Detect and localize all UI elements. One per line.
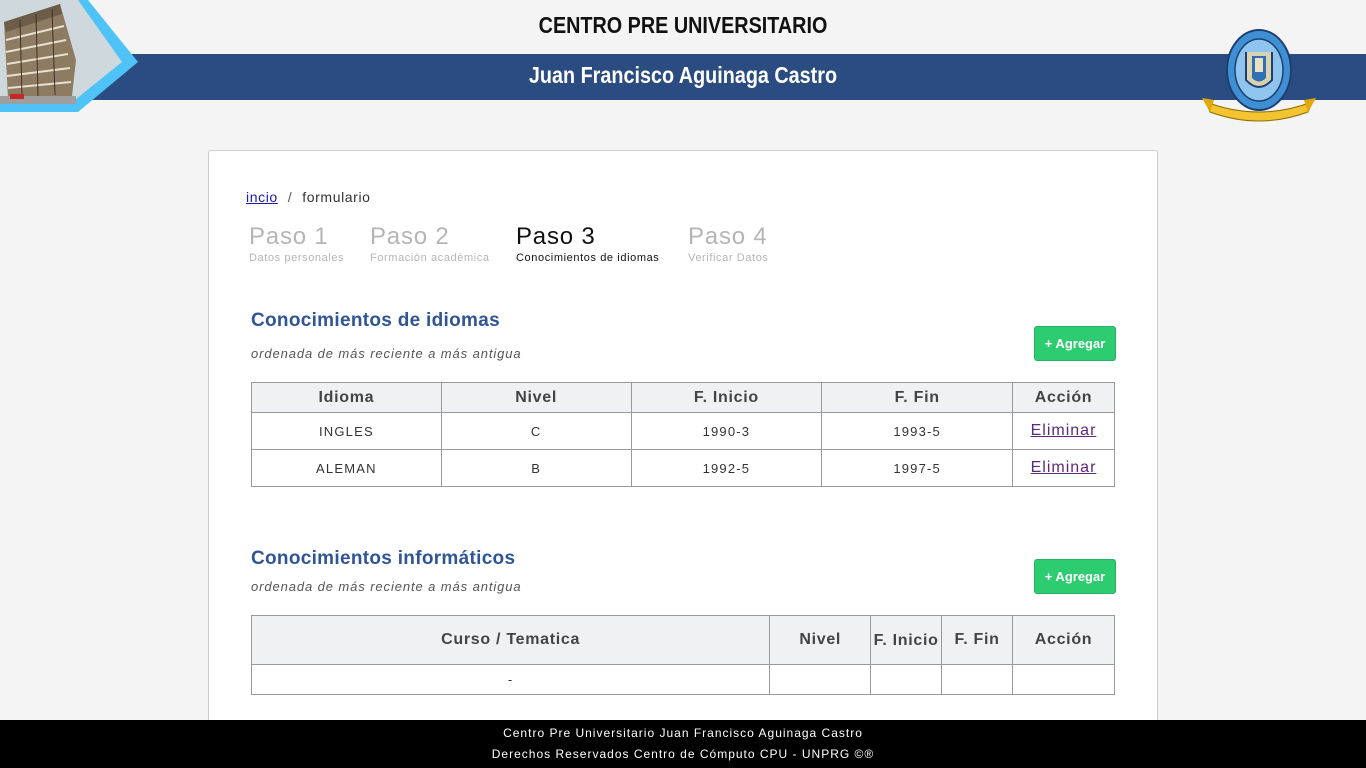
cell-nivel <box>769 664 872 695</box>
table-row: ALEMAN B 1992-5 1997-5 Eliminar <box>251 449 1115 487</box>
step-2-number: Paso 2 <box>370 223 450 250</box>
breadcrumb: incio / formulario <box>246 189 371 205</box>
step-4-number: Paso 4 <box>688 223 768 250</box>
computing-section-subtitle: ordenada de más reciente a más antigua <box>251 579 522 594</box>
cell-inicio: 1992-5 <box>630 449 823 487</box>
cell-accion <box>1012 664 1115 695</box>
step-2[interactable]: Paso 2 Formación académica <box>370 223 490 264</box>
cell-nivel: C <box>440 412 632 450</box>
form-card: incio / formulario Paso 1 Datos personales… <box>208 150 1158 750</box>
cell-curso: - <box>250 664 771 695</box>
col-accion: Acción <box>1012 615 1115 665</box>
col-fin: F. Fin <box>821 382 1014 413</box>
cell-idioma: INGLES <box>251 412 442 450</box>
cell-fin: 1993-5 <box>821 412 1014 450</box>
step-4[interactable]: Paso 4 Verificar Datos <box>688 223 769 264</box>
languages-section-title: Conocimientos de idiomas <box>251 310 500 331</box>
cell-inicio: 1990-3 <box>630 412 823 450</box>
table-header-row: Idioma Nivel F. Inicio F. Fin Acción <box>251 382 1115 413</box>
col-idioma: Idioma <box>251 382 442 413</box>
university-seal-icon <box>1202 29 1316 122</box>
col-nivel: Nivel <box>769 615 872 665</box>
cell-accion: Eliminar <box>1012 412 1115 450</box>
step-3[interactable]: Paso 3 Conocimientos de idiomas <box>516 223 659 264</box>
delete-link[interactable]: Eliminar <box>1031 459 1097 476</box>
cell-accion: Eliminar <box>1012 449 1115 487</box>
footer-line-2: Derechos Reservados Centro de Cómputo CP… <box>491 747 875 761</box>
step-1[interactable]: Paso 1 Datos personales <box>249 223 344 264</box>
footer-line-1: Centro Pre Universitario Juan Francisco … <box>503 726 863 740</box>
col-nivel: Nivel <box>440 382 632 413</box>
languages-section-subtitle: ordenada de más reciente a más antigua <box>251 346 522 361</box>
cell-nivel: B <box>440 449 632 487</box>
add-computing-button[interactable]: + Agregar <box>1034 559 1116 594</box>
add-language-button[interactable]: + Agregar <box>1034 326 1116 361</box>
table-row: - <box>250 664 1115 695</box>
breadcrumb-current: formulario <box>302 189 371 205</box>
col-accion: Acción <box>1012 382 1115 413</box>
cell-fin: 1997-5 <box>821 449 1014 487</box>
col-curso: Curso / Tematica <box>250 615 771 665</box>
delete-link[interactable]: Eliminar <box>1031 422 1097 439</box>
col-inicio: F. Inicio <box>870 615 943 665</box>
page-header: CENTRO PRE UNIVERSITARIO Juan Francisco … <box>0 0 1366 122</box>
step-1-number: Paso 1 <box>249 223 329 250</box>
cell-inicio <box>870 664 943 695</box>
step-3-number: Paso 3 <box>516 223 596 250</box>
step-4-label: Verificar Datos <box>688 252 769 264</box>
step-2-label: Formación académica <box>370 252 490 264</box>
computing-table: Curso / Tematica Nivel F. Inicio F. Fin … <box>250 615 1115 695</box>
site-subtitle: Juan Francisco Aguinaga Castro <box>528 62 838 88</box>
step-1-label: Datos personales <box>249 252 345 264</box>
breadcrumb-home-link[interactable]: incio <box>246 189 278 205</box>
cell-idioma: ALEMAN <box>251 449 442 487</box>
table-header-row: Curso / Tematica Nivel F. Inicio F. Fin … <box>250 615 1115 665</box>
page-footer: Centro Pre Universitario Juan Francisco … <box>0 720 1366 768</box>
cell-fin <box>941 664 1014 695</box>
col-fin: F. Fin <box>941 615 1014 665</box>
site-title: CENTRO PRE UNIVERSITARIO <box>538 12 828 38</box>
computing-section-title: Conocimientos informáticos <box>251 548 516 569</box>
table-row: INGLES C 1990-3 1993-5 Eliminar <box>251 412 1115 450</box>
languages-table: Idioma Nivel F. Inicio F. Fin Acción ING… <box>251 382 1115 487</box>
step-3-label: Conocimientos de idiomas <box>516 252 660 264</box>
col-inicio: F. Inicio <box>630 382 823 413</box>
breadcrumb-separator: / <box>287 189 293 205</box>
